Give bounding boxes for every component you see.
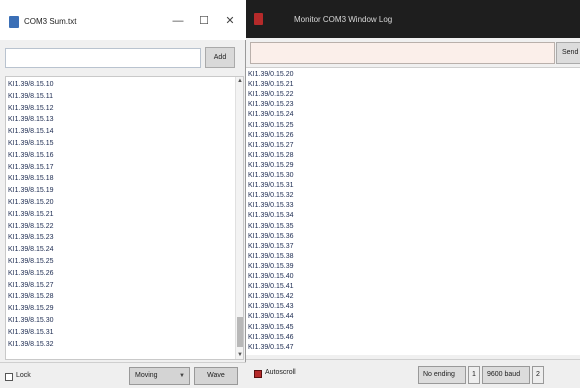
list-item: KI1.39/0.15.39 (248, 262, 294, 270)
list-item: KI1.39/8.15.13 (8, 116, 54, 124)
autoscroll-label: Autoscroll (265, 369, 296, 376)
mode-select[interactable]: Moving ▼ (129, 367, 190, 385)
list-item: KI1.39/0.15.36 (248, 232, 294, 240)
left-search-input[interactable] (5, 48, 201, 68)
list-item: KI1.39/0.15.24 (248, 111, 294, 119)
scroll-up-icon[interactable]: ▲ (237, 78, 243, 84)
left-scrollbar[interactable]: ▲ ▼ (235, 77, 243, 359)
left-window: COM3 Sum.txt — ☐ ✕ Add ▲ ▼ KI1.39/8.15.1… (0, 0, 246, 388)
lock-checkbox[interactable] (5, 373, 13, 381)
scroll-down-icon[interactable]: ▼ (237, 352, 243, 358)
list-item: KI1.39/0.15.40 (248, 273, 294, 280)
line-ending-stepper[interactable]: 1 (468, 366, 480, 384)
list-item: KI1.39/8.15.22 (8, 222, 54, 230)
close-icon[interactable]: ✕ (220, 11, 240, 31)
list-item: KI1.39/0.15.42 (248, 293, 294, 301)
list-item: KI1.39/8.15.18 (8, 175, 54, 183)
list-item: KI1.39/8.15.14 (8, 128, 54, 136)
list-item: KI1.39/8.15.11 (8, 92, 54, 100)
list-item: KI1.39/8.15.25 (8, 258, 54, 265)
lock-checkbox-label: Lock (16, 372, 31, 379)
list-item: KI1.39/8.15.12 (8, 104, 54, 112)
list-item: KI1.39/0.15.28 (248, 151, 294, 159)
list-item: KI1.39/0.15.38 (248, 252, 294, 260)
list-item: KI1.39/0.15.33 (248, 202, 294, 210)
minimize-icon[interactable]: — (168, 11, 188, 31)
scroll-thumb[interactable] (237, 317, 243, 347)
line-ending-select[interactable]: No ending (418, 366, 466, 384)
left-titlebar: COM3 Sum.txt — ☐ ✕ (0, 0, 246, 40)
list-item: KI1.39/0.15.43 (248, 303, 294, 311)
list-item: KI1.39/0.15.47 (248, 343, 294, 351)
right-output-list[interactable]: KI1.39/0.15.20 KI1.39/0.15.21 KI1.39/0.15.… (246, 67, 580, 355)
list-item: KI1.39/0.15.21 (248, 81, 294, 89)
list-item: KI1.39/0.15.45 (248, 323, 294, 331)
list-item: KI1.39/0.15.27 (248, 141, 294, 149)
list-item: KI1.39/8.15.23 (8, 234, 54, 242)
list-item: KI1.39/0.15.34 (248, 212, 294, 220)
right-titlebar: Monitor COM3 Window Log (246, 0, 580, 38)
list-item: KI1.39/8.15.30 (8, 317, 54, 324)
list-item: KI1.39/8.15.29 (8, 305, 54, 313)
right-status-bar: Autoscroll No ending 1 9600 baud 2 (246, 359, 580, 388)
list-item: KI1.39/8.15.16 (8, 151, 54, 159)
list-item: KI1.39/0.15.35 (248, 222, 294, 230)
list-item: KI1.39/8.15.10 (8, 81, 54, 88)
list-item: KI1.39/0.15.41 (248, 283, 294, 291)
list-item: KI1.39/0.15.20 (248, 71, 294, 78)
send-button[interactable]: Send (556, 42, 580, 64)
left-item-list[interactable]: ▲ ▼ KI1.39/8.15.10 KI1.39/8.15.11 KI1.39/8… (5, 76, 244, 360)
list-item: KI1.39/8.15.17 (8, 163, 54, 171)
wave-button[interactable]: Wave (194, 367, 238, 385)
maximize-icon[interactable]: ☐ (194, 11, 214, 31)
list-item: KI1.39/0.15.26 (248, 131, 294, 139)
list-item: KI1.39/8.15.21 (8, 210, 54, 218)
list-item: KI1.39/0.15.23 (248, 101, 294, 109)
file-icon (9, 16, 19, 28)
list-item: KI1.39/8.15.26 (8, 269, 54, 277)
list-item: KI1.39/0.15.30 (248, 172, 294, 179)
list-item: KI1.39/0.15.29 (248, 161, 294, 169)
right-window-title: Monitor COM3 Window Log (294, 15, 393, 24)
left-status-bar: Lock Moving ▼ Wave (0, 362, 246, 388)
list-item: KI1.39/8.15.28 (8, 293, 54, 301)
autoscroll-checkbox[interactable] (254, 370, 262, 378)
list-item: KI1.39/0.15.44 (248, 313, 294, 321)
list-item: KI1.39/0.15.22 (248, 91, 294, 99)
list-item: KI1.39/8.15.32 (8, 340, 54, 348)
right-window: Monitor COM3 Window Log Send KI1.39/0.15… (246, 0, 580, 388)
left-add-button[interactable]: Add (205, 47, 235, 68)
list-item: KI1.39/8.15.20 (8, 199, 54, 206)
list-item: KI1.39/8.15.19 (8, 187, 54, 195)
list-item: KI1.39/0.15.37 (248, 242, 294, 250)
chevron-down-icon: ▼ (179, 373, 185, 379)
baud-rate-select[interactable]: 9600 baud (482, 366, 530, 384)
list-item: KI1.39/8.15.24 (8, 246, 54, 254)
left-window-title: COM3 Sum.txt (24, 17, 77, 26)
list-item: KI1.39/8.15.27 (8, 281, 54, 289)
list-item: KI1.39/0.15.32 (248, 192, 294, 200)
right-send-input[interactable] (250, 42, 555, 64)
baud-rate-stepper[interactable]: 2 (532, 366, 544, 384)
list-item: KI1.39/8.15.31 (8, 328, 54, 336)
list-item: KI1.39/0.15.25 (248, 121, 294, 129)
mode-select-value: Moving (135, 372, 158, 379)
app-icon (254, 13, 263, 25)
list-item: KI1.39/0.15.46 (248, 333, 294, 341)
list-item: KI1.39/0.15.31 (248, 182, 294, 190)
list-item: KI1.39/8.15.15 (8, 140, 54, 147)
